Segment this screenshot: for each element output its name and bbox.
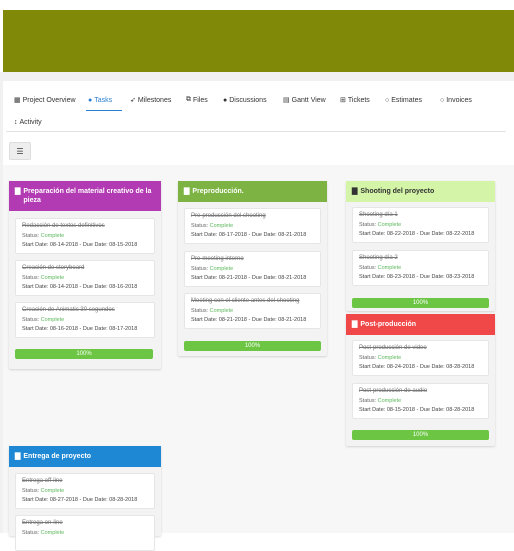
task-card[interactable]: Post-producción de video Status: Complet…: [352, 340, 489, 376]
column-postproduccion: ▇ Post-producción Post-producción de vid…: [346, 314, 495, 446]
task-card[interactable]: Pre-meeting interno Status: Complete Sta…: [184, 251, 321, 287]
column-header: ▇ Post-producción: [346, 314, 495, 335]
comments-icon: ●: [223, 96, 228, 104]
bar-chart-icon: ▤: [283, 97, 290, 104]
tabs-divider: [6, 131, 506, 132]
estimate-icon: ○: [385, 96, 390, 104]
column-header: ▇ Preparación del material creativo de l…: [9, 181, 161, 211]
tab-invoices[interactable]: ○ Invoices: [440, 94, 472, 106]
column-entrega: ▇ Entrega de proyecto Entrega off-line S…: [9, 446, 161, 551]
top-strip: [0, 0, 514, 10]
progress-bar: 100%: [352, 430, 489, 440]
rocket-icon: ➶: [130, 97, 136, 104]
tab-activity[interactable]: ↕ Activity: [14, 116, 42, 128]
progress-bar: 100%: [184, 341, 321, 351]
list-view-button[interactable]: ☰: [9, 142, 31, 160]
column-preproduccion: ▇ Preproducción. Pre-producción del shoo…: [178, 181, 327, 356]
task-card[interactable]: Shooting día 2 Status: Complete Start Da…: [352, 250, 489, 286]
project-banner: [3, 10, 514, 72]
files-icon: ⧉: [186, 96, 191, 103]
column-shooting: ▇ Shooting del proyecto Shooting día 1 S…: [346, 181, 495, 311]
column-header: ▇ Entrega de proyecto: [9, 446, 161, 467]
tab-tasks[interactable]: ● Tasks: [88, 94, 112, 106]
column-header: ▇ Preproducción.: [178, 181, 327, 202]
task-card[interactable]: Meeting con el cliente antes del shootin…: [184, 293, 321, 329]
column-header: ▇ Shooting del proyecto: [346, 181, 495, 202]
tab-estimates[interactable]: ○ Estimates: [385, 94, 422, 106]
task-card[interactable]: Pre-producción del shooting Status: Comp…: [184, 208, 321, 244]
task-card[interactable]: Shooting día 1 Status: Complete Start Da…: [352, 207, 489, 243]
activity-icon: ↕: [14, 118, 18, 126]
task-card[interactable]: Entrega on-line Status: Complete: [15, 515, 155, 551]
progress-bar: 100%: [15, 349, 153, 359]
tab-tickets[interactable]: ⊞ Tickets: [340, 94, 370, 106]
file-icon: ▇: [184, 188, 190, 195]
task-card[interactable]: Redacción de textos definitivos Status: …: [15, 218, 155, 254]
grid-icon: ▦: [14, 97, 21, 104]
tab-gantt-view[interactable]: ▤ Gantt View: [283, 94, 326, 106]
progress-bar: 100%: [352, 298, 489, 308]
ticket-icon: ⊞: [340, 97, 346, 104]
invoice-icon: ○: [440, 96, 445, 104]
tab-project-overview[interactable]: ▦ Project Overview: [14, 94, 76, 106]
tab-discussions[interactable]: ● Discussions: [223, 94, 267, 106]
task-card[interactable]: Post-producción de audio Status: Complet…: [352, 383, 489, 419]
list-icon: ☰: [16, 146, 24, 156]
file-icon: ▇: [352, 321, 358, 328]
check-circle-icon: ●: [88, 96, 93, 104]
task-card[interactable]: Creación de storyboard Status: Complete …: [15, 260, 155, 296]
file-icon: ▇: [15, 453, 21, 460]
tab-milestones[interactable]: ➶ Milestones: [130, 94, 171, 106]
tab-files[interactable]: ⧉ Files: [186, 94, 208, 106]
task-card[interactable]: Entrega off-line Status: Complete Start …: [15, 473, 155, 509]
column-preparacion: ▇ Preparación del material creativo de l…: [9, 181, 161, 369]
file-icon: ▇: [352, 188, 358, 195]
active-tab-indicator: [86, 110, 122, 111]
file-icon: ▇: [15, 188, 21, 195]
task-card[interactable]: Creación de Animatic 30 segundos Status:…: [15, 302, 155, 338]
